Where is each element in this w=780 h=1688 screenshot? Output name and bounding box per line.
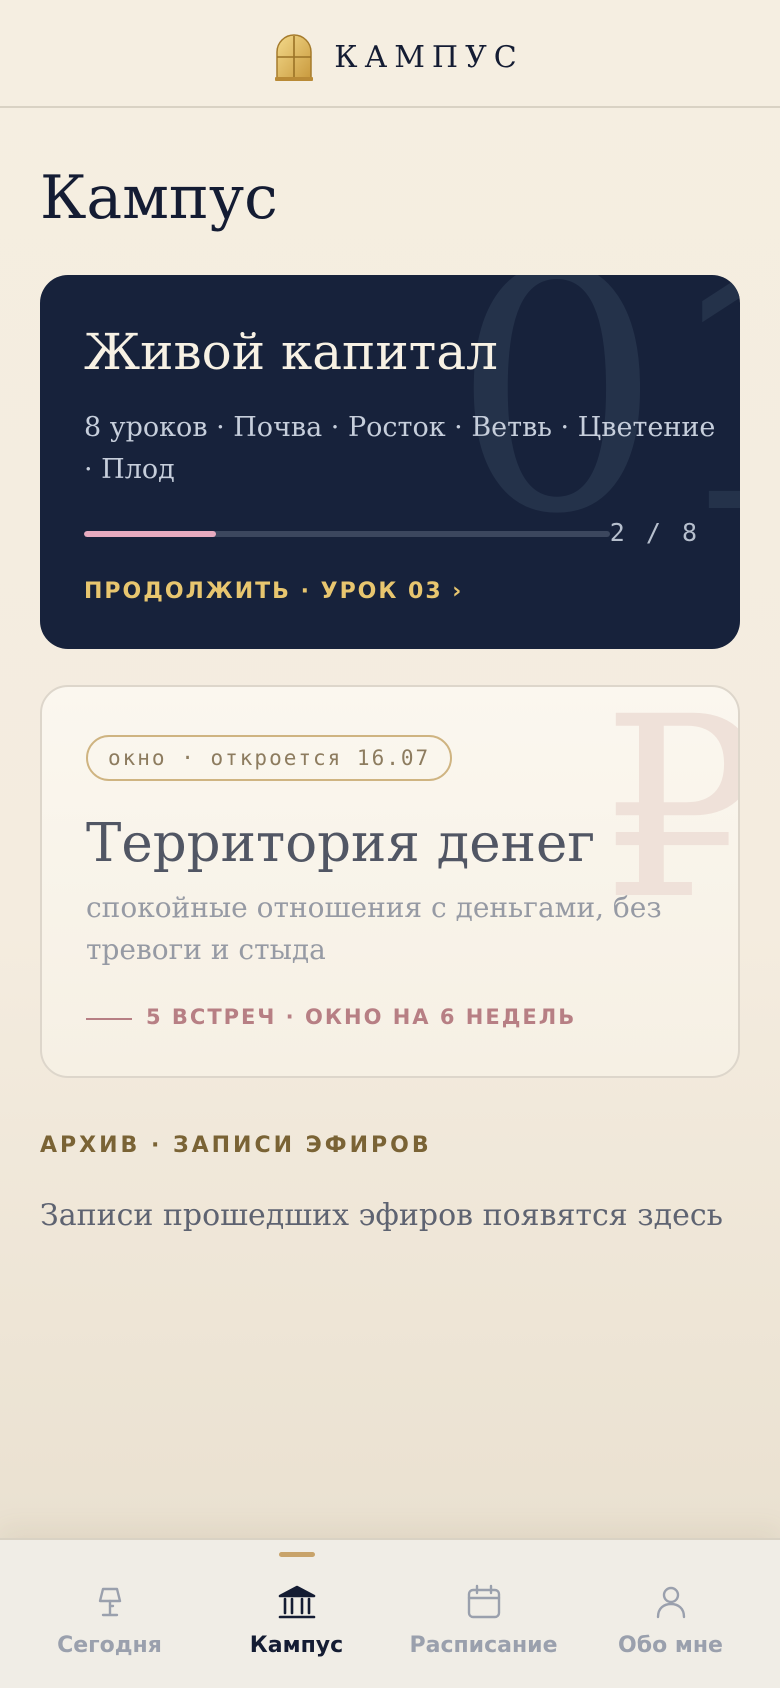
calendar-icon: [467, 1584, 501, 1619]
tab-about-me[interactable]: Обо мне: [573, 1540, 768, 1688]
lamp-icon: [98, 1587, 122, 1617]
page-title: Кампус: [40, 163, 278, 233]
upcoming-course-description: спокойные отношения с деньгами, без трев…: [86, 891, 662, 966]
archive-section-heading: АРХИВ · ЗАПИСИ ЭФИРОВ: [40, 1133, 432, 1158]
tab-about-me-label: Обо мне: [618, 1633, 723, 1658]
user-icon: [656, 1586, 686, 1619]
course-meta: 8 уроков · Почва · Росток · Ветвь · Цвет…: [84, 412, 716, 485]
tab-today-label: Сегодня: [57, 1633, 162, 1658]
course-title: Живой капитал: [84, 323, 498, 381]
course-card[interactable]: 01 Живой капитал 8 уроков · Почва · Рост…: [40, 275, 740, 649]
continue-lesson-link[interactable]: ПРОДОЛЖИТЬ · УРОК 03 ›: [84, 579, 463, 604]
institution-icon: [278, 1585, 316, 1619]
tab-schedule-label: Расписание: [409, 1633, 558, 1658]
archive-empty-state: Записи прошедших эфиров появятся здесь: [40, 1198, 723, 1233]
tab-campus[interactable]: Кампус: [199, 1540, 394, 1688]
tab-schedule[interactable]: Расписание: [386, 1540, 581, 1688]
tab-today[interactable]: Сегодня: [12, 1540, 207, 1688]
upcoming-course-card[interactable]: ₽ окно · откроется 16.07 Территория дене…: [40, 685, 740, 1078]
course-progress-count: 2 / 8: [609, 518, 700, 547]
active-tab-indicator: [279, 1552, 315, 1557]
upcoming-course-details: 5 ВСТРЕЧ · ОКНО НА 6 НЕДЕЛЬ: [146, 1005, 577, 1029]
upcoming-course-title: Территория денег: [86, 813, 596, 874]
footer-divider: [86, 1018, 132, 1020]
brand-name: КАМПУС: [334, 39, 524, 75]
course-progress-fill: [84, 531, 216, 537]
arched-window-icon: [275, 34, 314, 81]
course-progress-bar: [84, 531, 610, 537]
bottom-navigation: Сегодня Кампус Расписание Обо мне: [0, 1538, 780, 1688]
opening-date-badge: окно · откроется 16.07: [86, 735, 453, 781]
tab-campus-label: Кампус: [249, 1633, 344, 1658]
app-header: КАМПУС: [0, 0, 780, 108]
